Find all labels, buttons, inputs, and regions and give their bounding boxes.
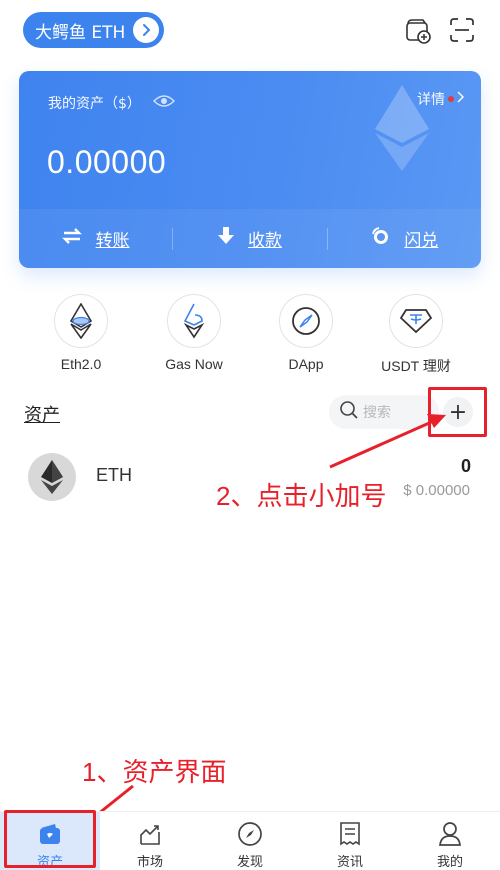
- transfer-button[interactable]: 转账: [19, 226, 172, 251]
- assets-section-title: 资产: [24, 405, 60, 426]
- search-icon: [339, 400, 359, 424]
- total-assets-amount: 0.00000: [47, 144, 167, 180]
- annotation-step1: 1、资产界面: [82, 757, 227, 787]
- asset-summary-card: 我的资产（$） 详情 0.00000 转账 收款 闪兑: [19, 71, 481, 268]
- compass-icon: [279, 294, 333, 348]
- ethereum-icon: [28, 453, 76, 501]
- eye-icon[interactable]: [152, 94, 175, 112]
- tab-market[interactable]: 市场: [100, 812, 200, 870]
- wallet-switcher[interactable]: 大鳄鱼 ETH: [23, 12, 164, 48]
- tab-news[interactable]: 资讯: [300, 812, 400, 870]
- gas-icon: [167, 294, 221, 348]
- receive-button[interactable]: 收款: [173, 226, 326, 251]
- discover-icon: [236, 821, 264, 847]
- notification-dot: [448, 96, 454, 102]
- details-link[interactable]: 详情: [417, 89, 465, 109]
- shortcut-eth2[interactable]: Eth2.0: [31, 294, 131, 372]
- annotation-highlight-add: [428, 387, 487, 437]
- tab-profile[interactable]: 我的: [400, 812, 500, 870]
- swap-button[interactable]: 闪兑: [328, 226, 481, 251]
- profile-icon: [436, 821, 464, 847]
- shortcut-dapp[interactable]: DApp: [256, 294, 356, 372]
- wallet-name: 大鳄鱼 ETH: [35, 22, 126, 43]
- asset-search-input[interactable]: 搜索: [329, 395, 439, 429]
- chevron-right-icon: [133, 17, 159, 43]
- chevron-right-icon: [457, 91, 465, 107]
- wallet-add-icon[interactable]: [403, 15, 433, 45]
- asset-name: ETH: [96, 465, 132, 485]
- asset-value: $ 0.00000: [403, 482, 470, 499]
- usdt-icon: [389, 294, 443, 348]
- annotation-step2: 2、点击小加号: [216, 481, 387, 511]
- swap-icon: [370, 226, 390, 251]
- search-placeholder: 搜索: [363, 405, 391, 421]
- market-icon: [136, 821, 164, 847]
- receive-icon: [217, 227, 234, 250]
- transfer-icon: [61, 228, 82, 249]
- news-icon: [336, 821, 364, 847]
- annotation-highlight-assets-tab: [4, 810, 96, 868]
- scan-icon[interactable]: [447, 15, 477, 45]
- tab-discover[interactable]: 发现: [200, 812, 300, 870]
- shortcut-gas-now[interactable]: Gas Now: [144, 294, 244, 372]
- asset-quantity: 0: [460, 456, 471, 476]
- total-assets-label: 我的资产（$）: [48, 93, 175, 113]
- eth2-icon: [54, 294, 108, 348]
- shortcut-usdt[interactable]: USDT 理财: [366, 294, 466, 376]
